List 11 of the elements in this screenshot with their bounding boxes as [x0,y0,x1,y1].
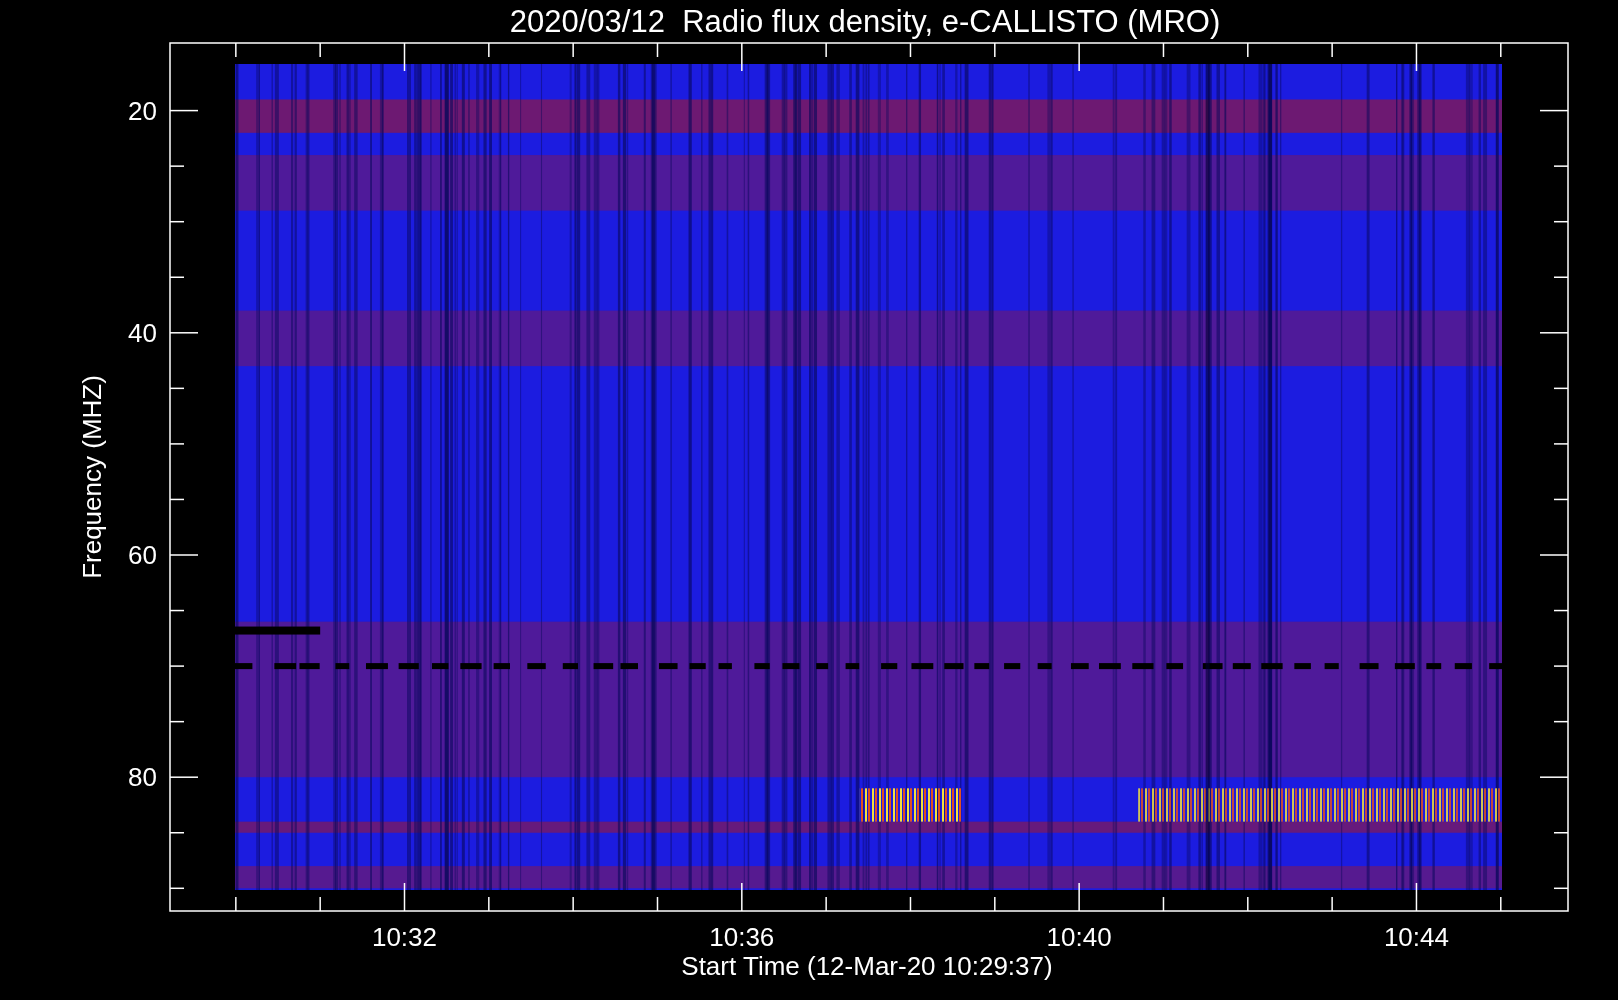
y-tick-label: 40 [128,317,157,348]
x-axis-label: Start Time (12-Mar-20 10:29:37) [681,951,1053,981]
x-tick-label: 10:36 [709,922,775,952]
y-tick-label: 80 [128,762,157,793]
y-tick-label: 60 [128,540,157,570]
chart-title: 2020/03/12 Radio flux density, e-CALLISTO (MRO) [509,4,1221,39]
x-tick-label: 10:40 [1046,922,1112,952]
y-axis-label: Frequency (MHZ) [77,375,107,579]
x-tick-label: 10:32 [371,922,438,952]
x-tick-label: 10:44 [1383,922,1449,952]
y-tick-label: 20 [128,95,157,126]
